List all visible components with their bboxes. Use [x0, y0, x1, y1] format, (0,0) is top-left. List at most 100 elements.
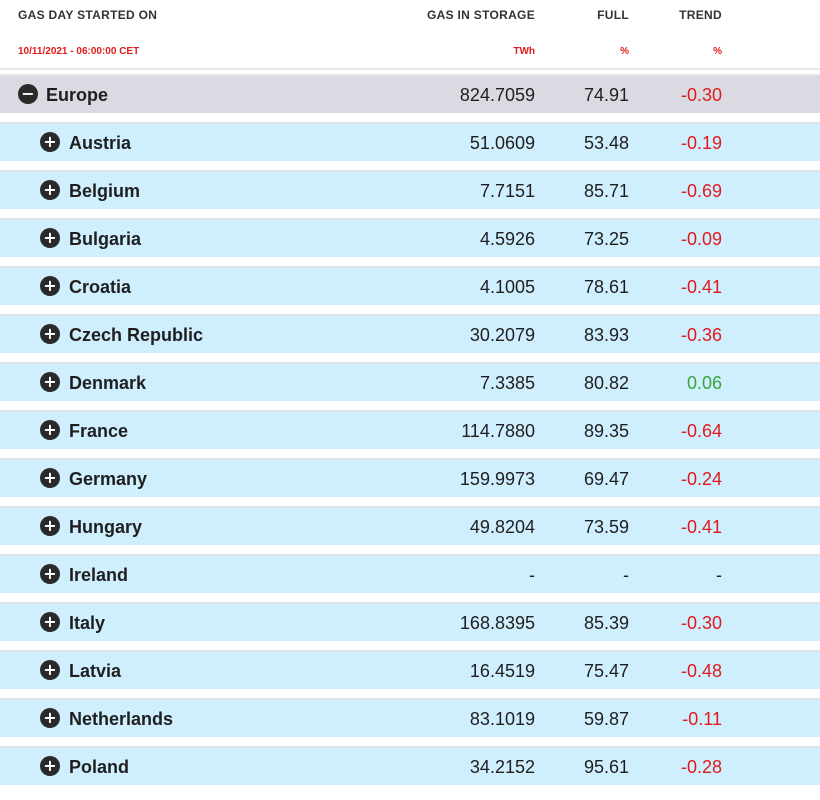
trend-value: -0.64: [680, 421, 722, 441]
country-name: Austria: [69, 133, 132, 153]
trend-value: -0.36: [680, 325, 722, 345]
table-body: − Europe 824.7059 74.91 -0.30 + Austria 51.0609…: [0, 68, 820, 785]
full-percent-value: 59.87: [583, 709, 629, 729]
full-percent-value: -: [623, 565, 629, 585]
full-percent-value: 83.93: [583, 325, 629, 345]
plus-circle-icon[interactable]: +: [40, 612, 60, 632]
storage-unit: TWh: [513, 46, 535, 57]
gas-in-storage-value: 114.7880: [461, 421, 535, 441]
country-name: Italy: [69, 613, 106, 633]
gas-in-storage-value: -: [529, 565, 535, 585]
trend-value: -0.69: [680, 181, 722, 201]
country-name: Poland: [69, 757, 130, 777]
trend-value: -0.30: [680, 613, 722, 633]
full-percent-value: 95.61: [583, 757, 629, 777]
gas-in-storage-value: 7.7151: [479, 181, 535, 201]
header-gas-day: GAS DAY STARTED ON: [18, 8, 158, 22]
table-row-region[interactable]: − Europe 824.7059 74.91 -0.30: [0, 74, 820, 113]
table-row[interactable]: + France 114.7880 89.35 -0.64: [0, 410, 820, 449]
trend-value: -0.30: [680, 85, 722, 105]
plus-circle-icon[interactable]: +: [40, 564, 60, 584]
trend-value: -0.24: [680, 469, 722, 489]
table-row[interactable]: + Netherlands 83.1019 59.87 -0.11: [0, 698, 820, 737]
gas-in-storage-value: 16.4519: [469, 661, 535, 681]
full-percent-value: 73.59: [583, 517, 629, 537]
country-name: Denmark: [69, 373, 147, 393]
table-row[interactable]: + Bulgaria 4.5926 73.25 -0.09: [0, 218, 820, 257]
full-percent-value: 53.48: [583, 133, 629, 153]
plus-circle-icon[interactable]: +: [40, 708, 60, 728]
country-name: Czech Republic: [69, 325, 204, 345]
plus-circle-icon[interactable]: +: [40, 516, 60, 536]
plus-circle-icon[interactable]: +: [40, 420, 60, 440]
country-name: Latvia: [69, 661, 122, 681]
table-row[interactable]: + Austria 51.0609 53.48 -0.19: [0, 122, 820, 161]
country-name: Germany: [69, 469, 148, 489]
full-percent-value: 74.91: [583, 85, 629, 105]
full-percent-value: 89.35: [583, 421, 629, 441]
table-row[interactable]: + Germany 159.9973 69.47 -0.24: [0, 458, 820, 497]
plus-circle-icon[interactable]: +: [40, 324, 60, 344]
table-header: GAS DAY STARTED ON GAS IN STORAGE FULL T…: [0, 0, 820, 70]
gas-in-storage-value: 4.5926: [479, 229, 535, 249]
gas-in-storage-value: 51.0609: [469, 133, 535, 153]
country-name: Bulgaria: [69, 229, 142, 249]
country-name: Croatia: [69, 277, 132, 297]
gas-in-storage-value: 83.1019: [469, 709, 535, 729]
region-name: Europe: [46, 85, 109, 105]
table-row[interactable]: + Czech Republic 30.2079 83.93 -0.36: [0, 314, 820, 353]
plus-circle-icon[interactable]: +: [40, 180, 60, 200]
gas-in-storage-value: 4.1005: [479, 277, 535, 297]
gas-in-storage-value: 7.3385: [479, 373, 535, 393]
trend-value: 0.06: [686, 373, 722, 393]
plus-circle-icon[interactable]: +: [40, 660, 60, 680]
trend-value: -0.11: [682, 709, 722, 729]
country-name: Netherlands: [69, 709, 174, 729]
trend-value: -0.28: [680, 757, 722, 777]
header-gas-in-storage: GAS IN STORAGE: [427, 8, 535, 22]
country-name: Belgium: [69, 181, 141, 201]
plus-circle-icon[interactable]: +: [40, 468, 60, 488]
trend-value: -0.19: [680, 133, 722, 153]
full-percent-value: 85.39: [583, 613, 629, 633]
gas-day-date: 10/11/2021 - 06:00:00 CET: [18, 46, 140, 57]
table-row[interactable]: + Belgium 7.7151 85.71 -0.69: [0, 170, 820, 209]
country-name: France: [69, 421, 129, 441]
plus-circle-icon[interactable]: +: [40, 756, 60, 776]
full-unit: %: [620, 46, 629, 57]
gas-in-storage-value: 824.7059: [459, 85, 535, 105]
full-percent-value: 75.47: [583, 661, 629, 681]
gas-in-storage-value: 49.8204: [469, 517, 535, 537]
full-percent-value: 69.47: [583, 469, 629, 489]
trend-unit: %: [713, 46, 722, 57]
plus-circle-icon[interactable]: +: [40, 372, 60, 392]
table-row[interactable]: + Croatia 4.1005 78.61 -0.41: [0, 266, 820, 305]
trend-value: -0.41: [680, 277, 722, 297]
gas-in-storage-value: 168.8395: [459, 613, 535, 633]
header-full: FULL: [597, 8, 629, 22]
gas-in-storage-value: 34.2152: [469, 757, 535, 777]
full-percent-value: 78.61: [583, 277, 629, 297]
table-row[interactable]: + Ireland - - -: [0, 554, 820, 593]
table-row[interactable]: + Latvia 16.4519 75.47 -0.48: [0, 650, 820, 689]
minus-circle-icon[interactable]: −: [18, 84, 38, 104]
gas-in-storage-value: 30.2079: [469, 325, 535, 345]
plus-circle-icon[interactable]: +: [40, 132, 60, 152]
header-trend: TREND: [679, 8, 722, 22]
gas-in-storage-value: 159.9973: [459, 469, 535, 489]
full-percent-value: 85.71: [583, 181, 629, 201]
full-percent-value: 80.82: [583, 373, 629, 393]
trend-value: -0.09: [680, 229, 722, 249]
table-row[interactable]: + Poland 34.2152 95.61 -0.28: [0, 746, 820, 785]
table-row[interactable]: + Hungary 49.8204 73.59 -0.41: [0, 506, 820, 545]
country-name: Ireland: [69, 565, 129, 585]
trend-value: -0.48: [680, 661, 722, 681]
trend-value: -0.41: [680, 517, 722, 537]
plus-circle-icon[interactable]: +: [40, 228, 60, 248]
full-percent-value: 73.25: [583, 229, 629, 249]
table-row[interactable]: + Italy 168.8395 85.39 -0.30: [0, 602, 820, 641]
plus-circle-icon[interactable]: +: [40, 276, 60, 296]
table-row[interactable]: + Denmark 7.3385 80.82 0.06: [0, 362, 820, 401]
country-name: Hungary: [69, 517, 143, 537]
trend-value: -: [716, 565, 722, 585]
